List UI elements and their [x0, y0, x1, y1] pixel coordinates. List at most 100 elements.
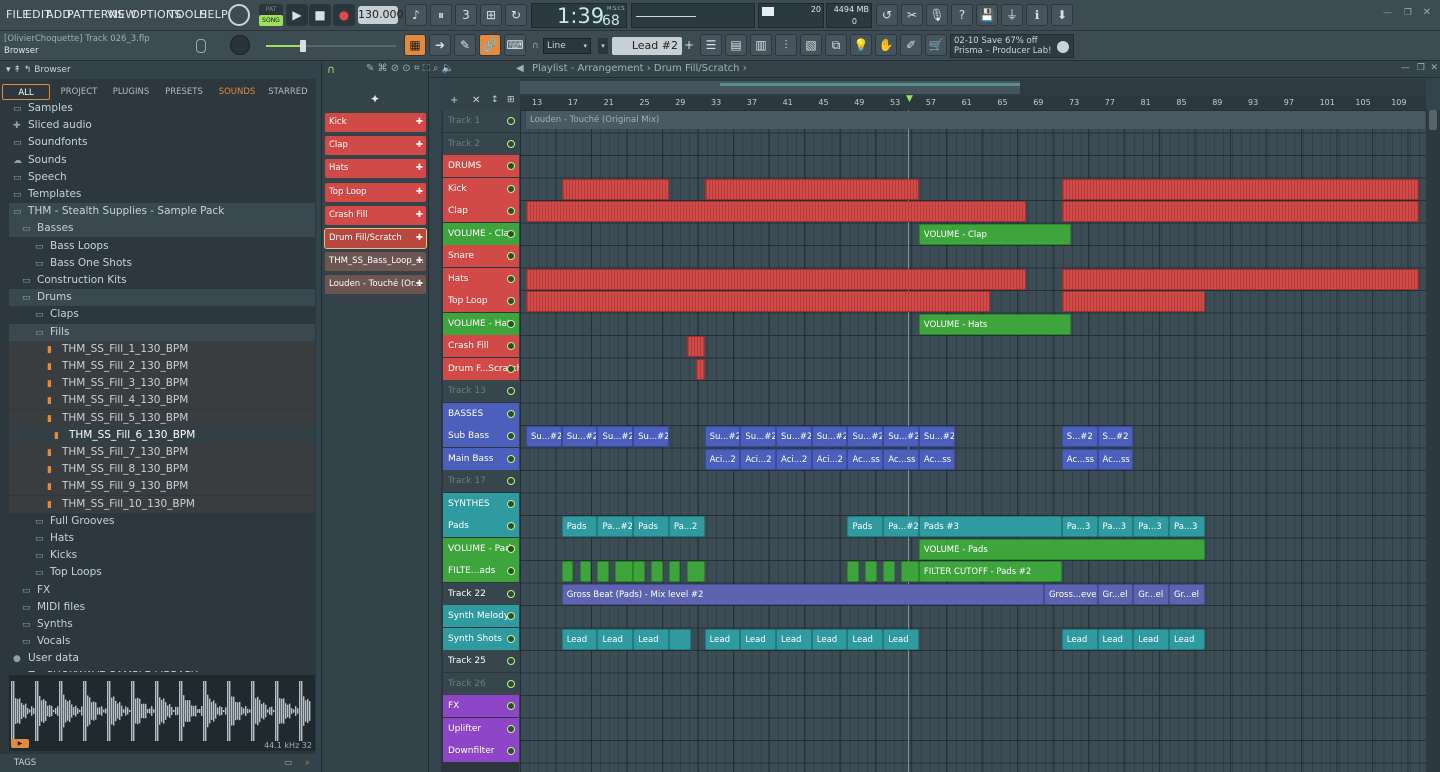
playlist-clip[interactable]: Aci...2	[704, 448, 741, 470]
browser-item[interactable]: ▭ THM - Stealth Supplies - Sample Pack	[9, 203, 315, 221]
playlist-clip[interactable]: Lead	[883, 628, 919, 650]
step-button[interactable]: ➜	[429, 34, 451, 56]
playlist-clip[interactable]: Su...#2	[704, 426, 741, 447]
track-mute-icon[interactable]	[507, 612, 515, 620]
track-mute-icon[interactable]	[507, 342, 515, 350]
track-mute-icon[interactable]	[507, 432, 515, 440]
browser-item[interactable]: ▮ THM_SS_Fill_9_130_BPM	[9, 478, 315, 496]
playlist-clip[interactable]: Louden - Touché (Original Mix)	[526, 111, 1425, 129]
playlist-clip[interactable]	[686, 561, 705, 582]
playlist-clip[interactable]: Su...#2	[883, 426, 919, 447]
playlist-clip[interactable]: Gross...evel	[1043, 583, 1098, 605]
playlist-clip[interactable]: Ac...ss	[847, 448, 884, 470]
playlist-clip[interactable]	[1061, 178, 1419, 200]
playlist-clip[interactable]: Su...#2	[561, 426, 598, 447]
tools-button[interactable]: ✂	[901, 4, 923, 26]
pattern-add-icon[interactable]: ✚	[416, 113, 423, 132]
master-volume-knob[interactable]	[228, 4, 250, 26]
waveform-mode-icon[interactable]: ✦	[370, 92, 380, 106]
link-button[interactable]: 🔗	[479, 34, 501, 56]
browser-item[interactable]: ▮ THM_SS_Fill_2_130_BPM	[9, 358, 315, 375]
browser-item[interactable]: ☁ Sounds	[9, 152, 315, 169]
pattern-item[interactable]: Louden - Touché (Or... ✚	[325, 275, 426, 295]
track-header[interactable]: Snare	[443, 245, 519, 267]
browser-item[interactable]: ● User data	[9, 650, 315, 667]
playlist-clip[interactable]: Ac...ss	[1061, 448, 1098, 470]
playlist-clip[interactable]: Su...#2	[776, 426, 812, 447]
pattern-item[interactable]: Crash Fill ✚	[325, 205, 426, 225]
track-header[interactable]: SYNTHES	[443, 492, 519, 515]
playlist-clip[interactable]: Ac...ss	[1097, 448, 1134, 470]
playlist-clip[interactable]: Su...#2	[597, 426, 634, 447]
playlist-clip[interactable]: Su...#2	[811, 426, 848, 447]
browser-item[interactable]: ▭ Soundfonts	[9, 134, 315, 151]
track-mute-icon[interactable]	[507, 634, 515, 643]
track-header[interactable]: Uplifter	[443, 717, 519, 740]
pattern-item[interactable]: Drum Fill/Scratch ✚	[324, 228, 427, 249]
playlist-clip[interactable]	[1061, 201, 1419, 222]
browser-item[interactable]: ▭ Fills	[9, 323, 315, 341]
playlist-clip[interactable]	[615, 561, 634, 582]
playlist-clip[interactable]: Pads	[847, 516, 884, 537]
browser-item[interactable]: ▭ MIDI files	[9, 599, 315, 616]
playlist-clip[interactable]: Lead	[847, 628, 884, 650]
expand-icon[interactable]: ↕	[491, 95, 499, 105]
midi-button[interactable]: ⏚	[1001, 4, 1023, 26]
playlist-clip[interactable]: Pads	[633, 516, 669, 537]
track-header[interactable]: Track 13	[443, 380, 519, 402]
countdown-button[interactable]: 3	[455, 4, 477, 26]
track-header[interactable]: Synth Shots	[443, 627, 519, 650]
track-mute-icon[interactable]	[507, 387, 515, 395]
track-mute-icon[interactable]	[507, 252, 515, 260]
track-header[interactable]: Track 17	[443, 470, 519, 492]
playlist-clip[interactable]: Su...#2	[526, 426, 562, 447]
playlist-clip[interactable]: VOLUME - Pads	[918, 538, 1205, 560]
playlist-clip[interactable]: Pa...3	[1133, 516, 1169, 537]
restore-window-icon[interactable]: ❐	[1404, 8, 1412, 18]
playlist-clip[interactable]: Lead	[1168, 628, 1205, 650]
playlist-clip[interactable]: Ac...ss	[918, 448, 955, 470]
add-track-icon[interactable]: +	[450, 95, 458, 106]
playlist-clip[interactable]	[561, 178, 669, 200]
track-header[interactable]: FX	[443, 695, 519, 717]
pattern-item[interactable]: Hats ✚	[325, 159, 426, 179]
track-header[interactable]: Track 1	[443, 110, 519, 132]
track-header[interactable]: FILTE...ads	[443, 560, 519, 582]
track-mute-icon[interactable]	[507, 454, 515, 463]
browser-item[interactable]: ▮ THM_SS_Fill_3_130_BPM	[9, 375, 315, 393]
tempo-display[interactable]: 130.000	[358, 6, 404, 24]
track-header[interactable]: Main Bass	[443, 447, 519, 470]
tool-icons[interactable]: ✎ ⌘ ⊘ ⊙ ⌗ ⛶ ⌕ 🔈	[366, 63, 454, 74]
track-mute-icon[interactable]	[507, 522, 515, 530]
tab-all[interactable]: ALL	[2, 84, 50, 100]
playlist-clip[interactable]: Pa...2	[668, 516, 705, 537]
browser-item[interactable]: ▭ Synths	[9, 616, 315, 633]
browser-item[interactable]: ▭ Bass One Shots	[9, 255, 315, 272]
track-mute-icon[interactable]	[507, 162, 515, 170]
mixer-button[interactable]: ☰	[700, 34, 722, 56]
playlist-clip[interactable]: S...#2	[1061, 426, 1098, 447]
track-mute-icon[interactable]	[507, 702, 515, 710]
menu-triangle-icon[interactable]: ▾ ↟ ↰	[6, 65, 34, 75]
preview-play-icon[interactable]: ▶	[11, 739, 29, 748]
browser-item[interactable]: ▮ THM_SS_Fill_4_130_BPM	[9, 392, 315, 410]
track-header[interactable]: Clap	[443, 200, 519, 222]
browser-item[interactable]: ▭ Kicks	[9, 547, 315, 564]
track-header[interactable]: BASSES	[443, 402, 519, 425]
playlist-vertical-scrollbar[interactable]	[1426, 110, 1440, 772]
track-header[interactable]: Track 26	[443, 672, 519, 695]
playlist-clip[interactable]: Pa...3	[1168, 516, 1205, 537]
browser-item[interactable]: ▭ Construction Kits	[9, 272, 315, 289]
playlist-clip[interactable]: VOLUME - Hats	[918, 313, 1071, 335]
playlist-clip[interactable]	[865, 561, 877, 582]
pattern-item[interactable]: Kick ✚	[325, 113, 426, 132]
song-time-display[interactable]: 1:39 M:S:CS 68	[531, 3, 627, 29]
browser-item[interactable]: ▮ THM_SS_Fill_5_130_BPM	[9, 409, 315, 427]
playlist-clip[interactable]	[668, 561, 681, 582]
track-mute-icon[interactable]	[507, 297, 515, 305]
track-mute-icon[interactable]	[507, 319, 515, 328]
pattern-add-icon[interactable]: ✚	[416, 136, 423, 155]
playlist-clip[interactable]: Aci...2	[740, 448, 777, 470]
playlist-clip[interactable]	[847, 561, 860, 582]
playlist-clip[interactable]: Su...#2	[918, 426, 955, 447]
